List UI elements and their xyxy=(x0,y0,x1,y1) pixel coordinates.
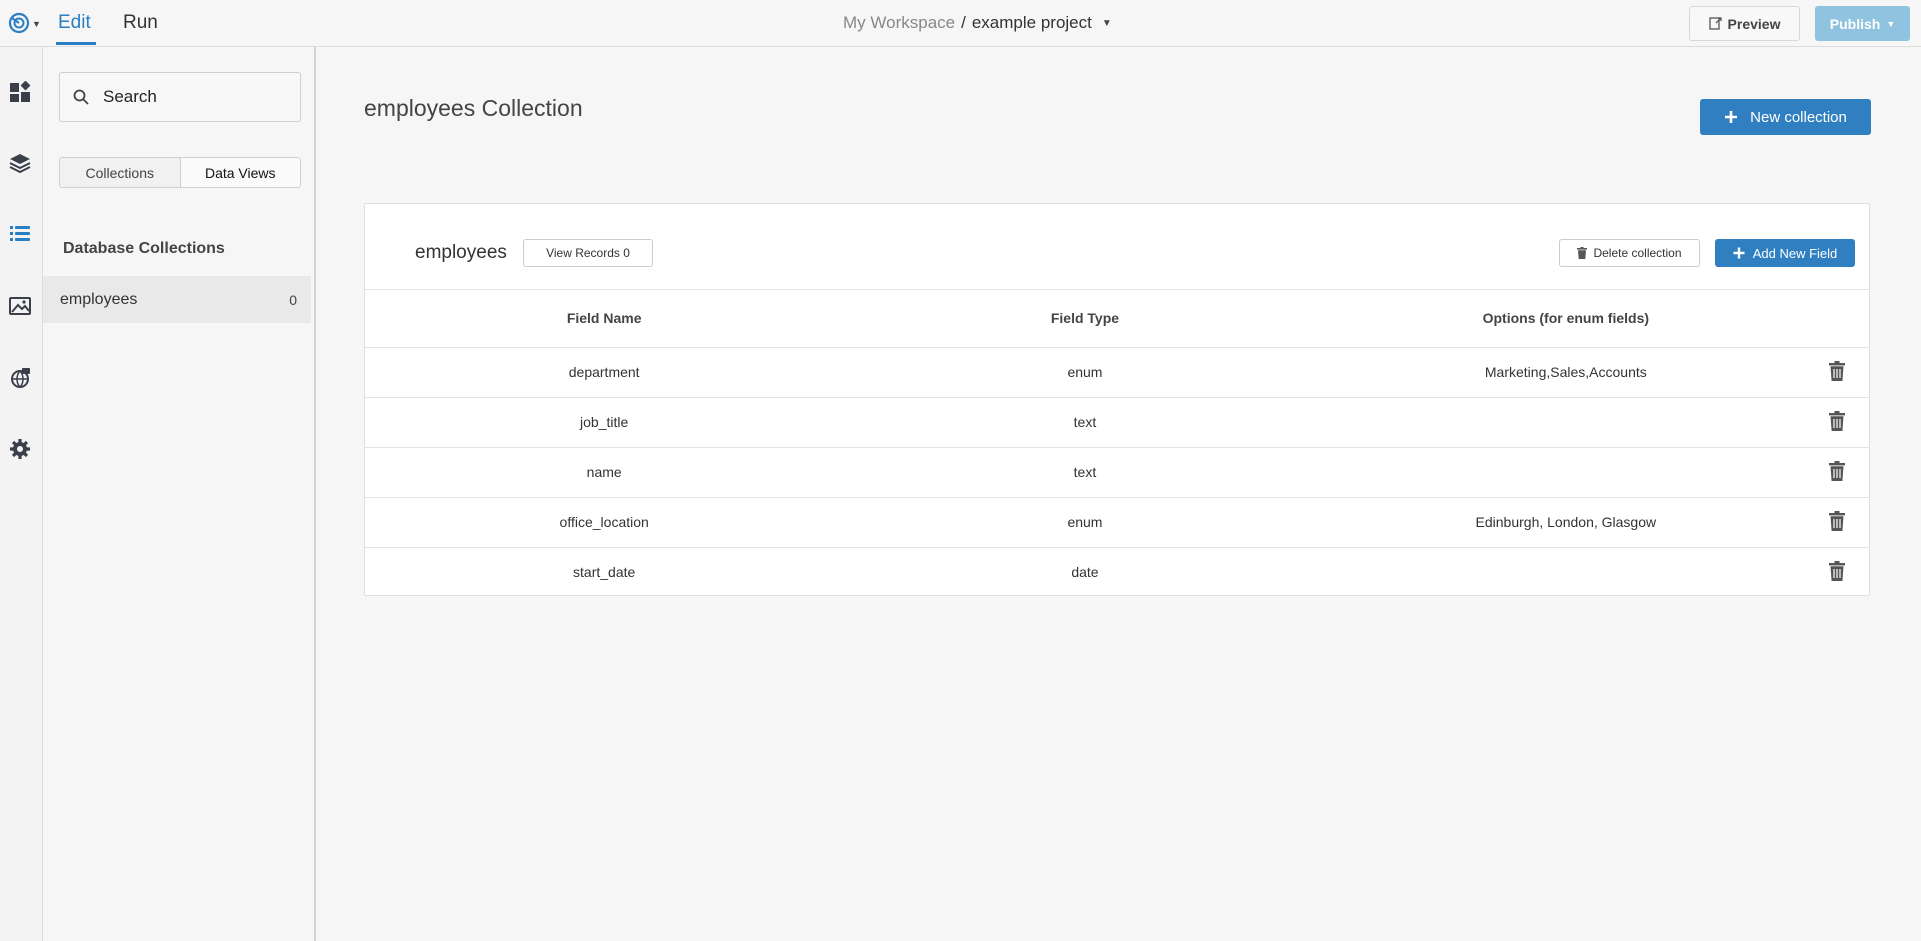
search-icon xyxy=(73,89,89,105)
table-header-row: Field Name Field Type Options (for enum … xyxy=(365,290,1869,348)
publish-button[interactable]: Publish ▼ xyxy=(1815,6,1910,41)
column-header-field-name: Field Name xyxy=(365,290,844,348)
table-row: name text xyxy=(365,447,1869,498)
collection-name: employees xyxy=(415,242,507,263)
field-type-cell: text xyxy=(843,447,1327,498)
trash-icon xyxy=(1577,247,1588,259)
breadcrumb[interactable]: My Workspace / example project ▼ xyxy=(843,13,1112,33)
delete-field-icon[interactable] xyxy=(1826,360,1848,382)
field-type-cell: enum xyxy=(843,347,1327,398)
new-collection-button[interactable]: New collection xyxy=(1700,99,1871,135)
field-name-cell: department xyxy=(365,347,844,398)
segment-data-views[interactable]: Data Views xyxy=(179,158,300,187)
settings-icon[interactable] xyxy=(8,437,32,461)
segment-collections[interactable]: Collections xyxy=(60,158,180,187)
app-logo-menu[interactable]: ▼ xyxy=(8,11,48,35)
publish-label: Publish xyxy=(1829,15,1881,32)
app-logo-icon xyxy=(8,12,30,34)
view-records-button[interactable]: View Records 0 xyxy=(523,239,653,267)
delete-field-icon[interactable] xyxy=(1826,410,1848,432)
preview-icon xyxy=(1708,17,1722,30)
field-type-cell: text xyxy=(843,397,1327,448)
top-bar: ▼ Edit Run My Workspace / example projec… xyxy=(0,0,1921,47)
add-new-field-label: Add New Field xyxy=(1752,245,1838,261)
image-icon[interactable] xyxy=(8,294,32,318)
collection-item-count: 0 xyxy=(289,291,297,308)
table-row: start_date date xyxy=(365,547,1869,597)
panel-segmented-control: Collections Data Views xyxy=(59,157,301,188)
new-collection-label: New collection xyxy=(1750,108,1847,126)
delete-collection-button[interactable]: Delete collection xyxy=(1559,239,1700,267)
plus-icon xyxy=(1733,247,1745,259)
layers-icon[interactable] xyxy=(8,151,32,175)
column-header-actions xyxy=(1805,290,1869,348)
table-row: department enum Marketing,Sales,Accounts xyxy=(365,347,1869,398)
collections-panel: Collections Data Views Database Collecti… xyxy=(43,47,316,941)
chevron-down-icon: ▼ xyxy=(32,19,41,29)
field-options-cell xyxy=(1326,447,1806,498)
page-title: employees Collection xyxy=(364,95,583,121)
field-name-cell: name xyxy=(365,447,844,498)
field-options-cell: Edinburgh, London, Glasgow xyxy=(1326,497,1806,548)
search-box[interactable] xyxy=(59,72,301,122)
chevron-down-icon[interactable]: ▼ xyxy=(1102,18,1112,29)
delete-collection-label: Delete collection xyxy=(1593,246,1682,260)
collection-card-header: employees View Records 0 Delete collecti… xyxy=(365,204,1869,290)
field-options-cell xyxy=(1327,547,1805,597)
field-options-cell: Marketing,Sales,Accounts xyxy=(1326,347,1806,398)
search-input[interactable] xyxy=(103,87,283,107)
delete-field-icon[interactable] xyxy=(1826,560,1848,582)
plus-icon xyxy=(1725,111,1738,123)
preview-button[interactable]: Preview xyxy=(1689,6,1800,41)
active-tab-indicator xyxy=(56,42,96,45)
field-name-cell: office_location xyxy=(365,497,844,548)
field-type-cell: enum xyxy=(843,497,1327,548)
database-list-icon[interactable] xyxy=(8,222,32,246)
tab-edit[interactable]: Edit xyxy=(58,12,91,34)
field-options-cell xyxy=(1326,397,1806,448)
breadcrumb-project[interactable]: example project xyxy=(972,13,1092,33)
collection-item-label: employees xyxy=(60,290,138,308)
collection-item-employees[interactable]: employees 0 xyxy=(43,276,311,323)
preview-label: Preview xyxy=(1727,15,1781,32)
field-type-cell: date xyxy=(1071,564,1099,581)
breadcrumb-separator: / xyxy=(961,13,966,32)
delete-field-icon[interactable] xyxy=(1826,460,1848,482)
column-header-field-type: Field Type xyxy=(843,290,1327,348)
dashboard-icon[interactable] xyxy=(8,80,32,104)
fields-table: Field Name Field Type Options (for enum … xyxy=(365,290,1869,597)
delete-field-icon[interactable] xyxy=(1826,510,1848,532)
chevron-down-icon: ▼ xyxy=(1886,18,1896,29)
table-row: job_title text xyxy=(365,397,1869,448)
field-name-cell: job_title xyxy=(365,397,844,448)
api-icon[interactable] xyxy=(8,366,32,390)
column-header-options: Options (for enum fields) xyxy=(1326,290,1806,348)
collection-card: employees View Records 0 Delete collecti… xyxy=(364,203,1870,596)
icon-rail xyxy=(0,47,43,941)
section-title: Database Collections xyxy=(63,240,225,257)
field-name-cell: start_date xyxy=(573,564,636,581)
breadcrumb-workspace[interactable]: My Workspace xyxy=(843,13,955,33)
tab-run[interactable]: Run xyxy=(123,12,158,34)
table-row: office_location enum Edinburgh, London, … xyxy=(365,497,1869,548)
add-new-field-button[interactable]: Add New Field xyxy=(1715,239,1855,267)
